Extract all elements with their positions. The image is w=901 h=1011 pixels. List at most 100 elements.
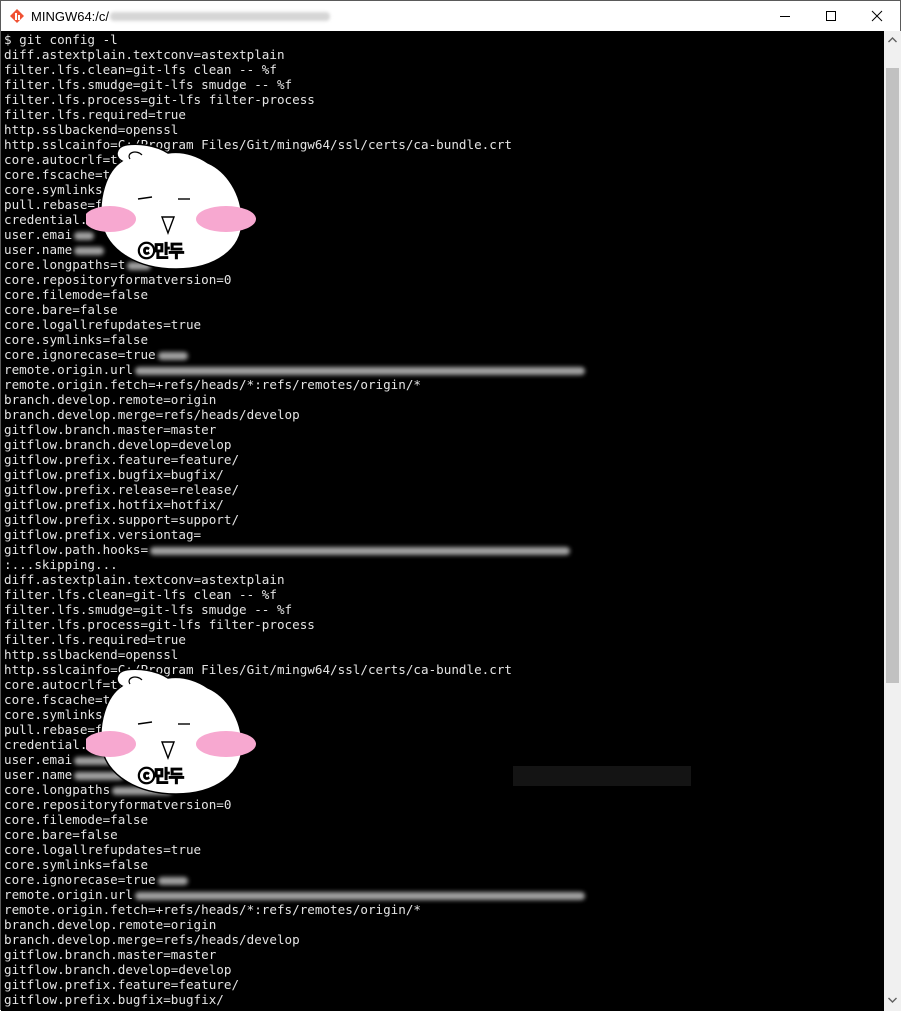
terminal-line-text: gitflow.prefix.release=release/ (4, 482, 240, 497)
scroll-down-button[interactable] (884, 991, 901, 1008)
terminal-line: core.bare=false (4, 302, 585, 317)
terminal-line-text: http.sslbackend=openssl (4, 122, 179, 137)
terminal-line-text: core.ignorecase=true (4, 872, 156, 887)
close-button[interactable] (854, 1, 900, 31)
terminal-line-text: core.filemode=false (4, 812, 149, 827)
terminal-line: core.ignorecase=true (4, 872, 585, 887)
ghost-tooltip (513, 766, 691, 786)
terminal-line-text: http.sslbackend=openssl (4, 647, 179, 662)
terminal-line: $ git config -l (4, 32, 585, 47)
redacted-value (150, 546, 571, 555)
terminal-line: filter.lfs.process=git-lfs filter-proces… (4, 617, 585, 632)
redacted-value (134, 366, 585, 375)
watermark-caption: ⓒ만두 (137, 767, 184, 788)
terminal-line: filter.lfs.smudge=git-lfs smudge -- %f (4, 602, 585, 617)
scroll-up-arrow-icon (888, 36, 897, 42)
terminal-line: core.symlinks=false (4, 857, 585, 872)
terminal-line-text: gitflow.branch.develop=develop (4, 437, 232, 452)
scroll-down-arrow-icon (888, 997, 897, 1003)
terminal-line: diff.astextplain.textconv=astextplain (4, 572, 585, 587)
terminal-line: gitflow.prefix.bugfix=bugfix/ (4, 467, 585, 482)
terminal-line-text: remote.origin.fetch=+refs/heads/*:refs/r… (4, 902, 422, 917)
window-controls (762, 1, 900, 31)
terminal-line: remote.origin.url (4, 887, 585, 902)
watermark-caption: ⓒ만두 (137, 242, 184, 263)
terminal-line: remote.origin.fetch=+refs/heads/*:refs/r… (4, 377, 585, 392)
redacted-path (110, 11, 331, 21)
terminal-line-text: gitflow.path.hooks= (4, 542, 149, 557)
terminal-line: gitflow.path.hooks= (4, 542, 585, 557)
terminal-line-text: filter.lfs.process=git-lfs filter-proces… (4, 92, 315, 107)
terminal-line-text: branch.develop.remote=origin (4, 917, 217, 932)
terminal-line: branch.develop.remote=origin (4, 392, 585, 407)
minimize-button[interactable] (762, 1, 808, 31)
terminal-line-text: diff.astextplain.textconv=astextplain (4, 47, 285, 62)
terminal-line-text: remote.origin.url (4, 887, 133, 902)
terminal-line: http.sslbackend=openssl (4, 647, 585, 662)
terminal-line-text: credential.h (4, 212, 95, 227)
terminal-line-text: user.emai (4, 752, 73, 767)
title-bar[interactable]: MINGW64:/c/ (1, 1, 900, 31)
terminal-line-text: core.symlinks=false (4, 857, 149, 872)
terminal-window: MINGW64:/c/ $ git config -l diff.astextpl… (0, 0, 901, 1011)
window-title: MINGW64:/c/ (31, 8, 110, 24)
terminal-line-text: branch.develop.merge=refs/heads/develop (4, 407, 300, 422)
terminal-line-text: gitflow.prefix.hotfix=hotfix/ (4, 497, 224, 512)
terminal-line-text: core.filemode=false (4, 287, 149, 302)
terminal-line: branch.develop.merge=refs/heads/develop (4, 932, 585, 947)
terminal-line: filter.lfs.required=true (4, 632, 585, 647)
terminal-line: core.filemode=false (4, 812, 585, 827)
git-bash-app-icon (9, 8, 25, 24)
terminal-line-text: user.name (4, 767, 73, 782)
terminal-line-text: gitflow.prefix.feature=feature/ (4, 977, 240, 992)
terminal-output[interactable]: $ git config -l diff.astextplain.textconv… (1, 31, 884, 1011)
terminal-line: core.bare=false (4, 827, 585, 842)
terminal-line: gitflow.prefix.bugfix=bugfix/ (4, 992, 585, 1007)
terminal-line: gitflow.prefix.feature=feature/ (4, 977, 585, 992)
terminal-line-text: gitflow.branch.develop=develop (4, 962, 232, 977)
terminal-line: core.filemode=false (4, 287, 585, 302)
scrollbar-thumb[interactable] (886, 68, 899, 683)
terminal-line-text: core.bare=false (4, 302, 118, 317)
terminal-line-text: branch.develop.merge=refs/heads/develop (4, 932, 300, 947)
terminal-line: gitflow.prefix.versiontag= (4, 527, 585, 542)
scroll-up-button[interactable] (884, 31, 901, 48)
mandu-sticker-top: ⓒ만두 (84, 141, 266, 281)
terminal-line: remote.origin.url (4, 362, 585, 377)
terminal-line: filter.lfs.clean=git-lfs clean -- %f (4, 62, 585, 77)
redacted-value (157, 351, 188, 360)
terminal-line-text: remote.origin.fetch=+refs/heads/*:refs/r… (4, 377, 422, 392)
terminal-line: http.sslbackend=openssl (4, 122, 585, 137)
terminal-line-text: diff.astextplain.textconv=astextplain (4, 572, 285, 587)
terminal-line-text: filter.lfs.required=true (4, 632, 186, 647)
terminal-line: diff.astextplain.textconv=astextplain (4, 47, 585, 62)
maximize-button[interactable] (808, 1, 854, 31)
terminal-line: branch.develop.merge=refs/heads/develop (4, 407, 585, 422)
terminal-line-text: credential.h (4, 737, 95, 752)
terminal-line: gitflow.prefix.hotfix=hotfix/ (4, 497, 585, 512)
terminal-line: gitflow.prefix.feature=feature/ (4, 452, 585, 467)
terminal-line-text: core.logallrefupdates=true (4, 317, 202, 332)
terminal-line-text: core.ignorecase=true (4, 347, 156, 362)
terminal-line-text: gitflow.prefix.bugfix=bugfix/ (4, 992, 224, 1007)
terminal-line: gitflow.prefix.release=release/ (4, 482, 585, 497)
terminal-line: filter.lfs.clean=git-lfs clean -- %f (4, 587, 585, 602)
terminal-line: gitflow.branch.develop=develop (4, 962, 585, 977)
terminal-line-text: user.name (4, 242, 73, 257)
terminal-line: gitflow.branch.master=master (4, 422, 585, 437)
terminal-line-text: gitflow.prefix.versiontag= (4, 527, 202, 542)
terminal-line: core.logallrefupdates=true (4, 317, 585, 332)
terminal-line: remote.origin.fetch=+refs/heads/*:refs/r… (4, 902, 585, 917)
terminal-line-text: filter.lfs.smudge=git-lfs smudge -- %f (4, 602, 293, 617)
redacted-value (134, 891, 585, 900)
terminal-line: :...skipping... (4, 557, 585, 572)
vertical-scrollbar[interactable] (884, 31, 901, 1011)
terminal-line: core.logallrefupdates=true (4, 842, 585, 857)
terminal-line: gitflow.prefix.support=support/ (4, 512, 585, 527)
terminal-line: gitflow.branch.develop=develop (4, 437, 585, 452)
terminal-line-text: filter.lfs.required=true (4, 107, 186, 122)
terminal-line-text: filter.lfs.clean=git-lfs clean -- %f (4, 587, 277, 602)
terminal-line-text: user.emai (4, 227, 73, 242)
terminal-line: core.symlinks=false (4, 332, 585, 347)
terminal-line-text: core.symlinks=false (4, 332, 149, 347)
